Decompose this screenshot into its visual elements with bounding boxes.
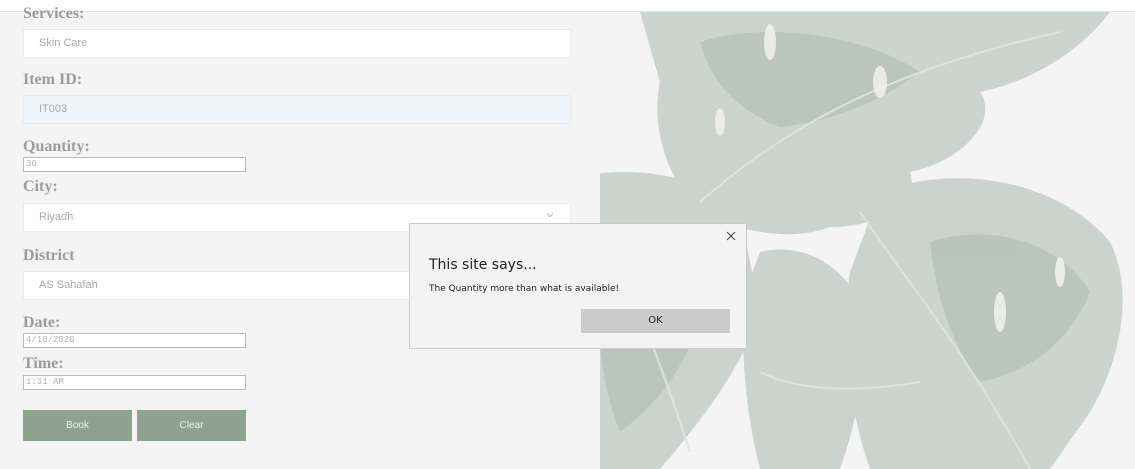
quantity-input[interactable]: 30 [23, 157, 246, 172]
book-button[interactable]: Book [23, 410, 132, 441]
clear-button[interactable]: Clear [137, 410, 246, 441]
date-label: Date: [23, 314, 61, 331]
alert-dialog: This site says... The Quantity more than… [409, 223, 747, 349]
item-id-label: Item ID: [23, 71, 83, 88]
time-label: Time: [23, 355, 64, 372]
services-label: Services: [23, 5, 85, 22]
item-id-input[interactable]: IT003 [23, 95, 571, 124]
district-label: District [23, 247, 75, 264]
booking-page: Services: Skin Care Item ID: IT003 Quant… [0, 5, 1135, 469]
date-input[interactable]: 4/10/2020 [23, 333, 246, 348]
dialog-message: The Quantity more than what is available… [429, 284, 620, 294]
city-label: City: [23, 178, 58, 195]
city-select-value: Riyadh [39, 211, 74, 223]
close-icon[interactable] [725, 230, 737, 242]
dialog-title: This site says... [429, 257, 537, 273]
quantity-label: Quantity: [23, 138, 90, 155]
chevron-down-icon [546, 213, 554, 218]
services-select[interactable]: Skin Care [23, 29, 571, 58]
time-input[interactable]: 1:31 AM [23, 375, 246, 390]
browser-top-edge [0, 0, 1135, 12]
ok-button[interactable]: OK [581, 309, 730, 333]
